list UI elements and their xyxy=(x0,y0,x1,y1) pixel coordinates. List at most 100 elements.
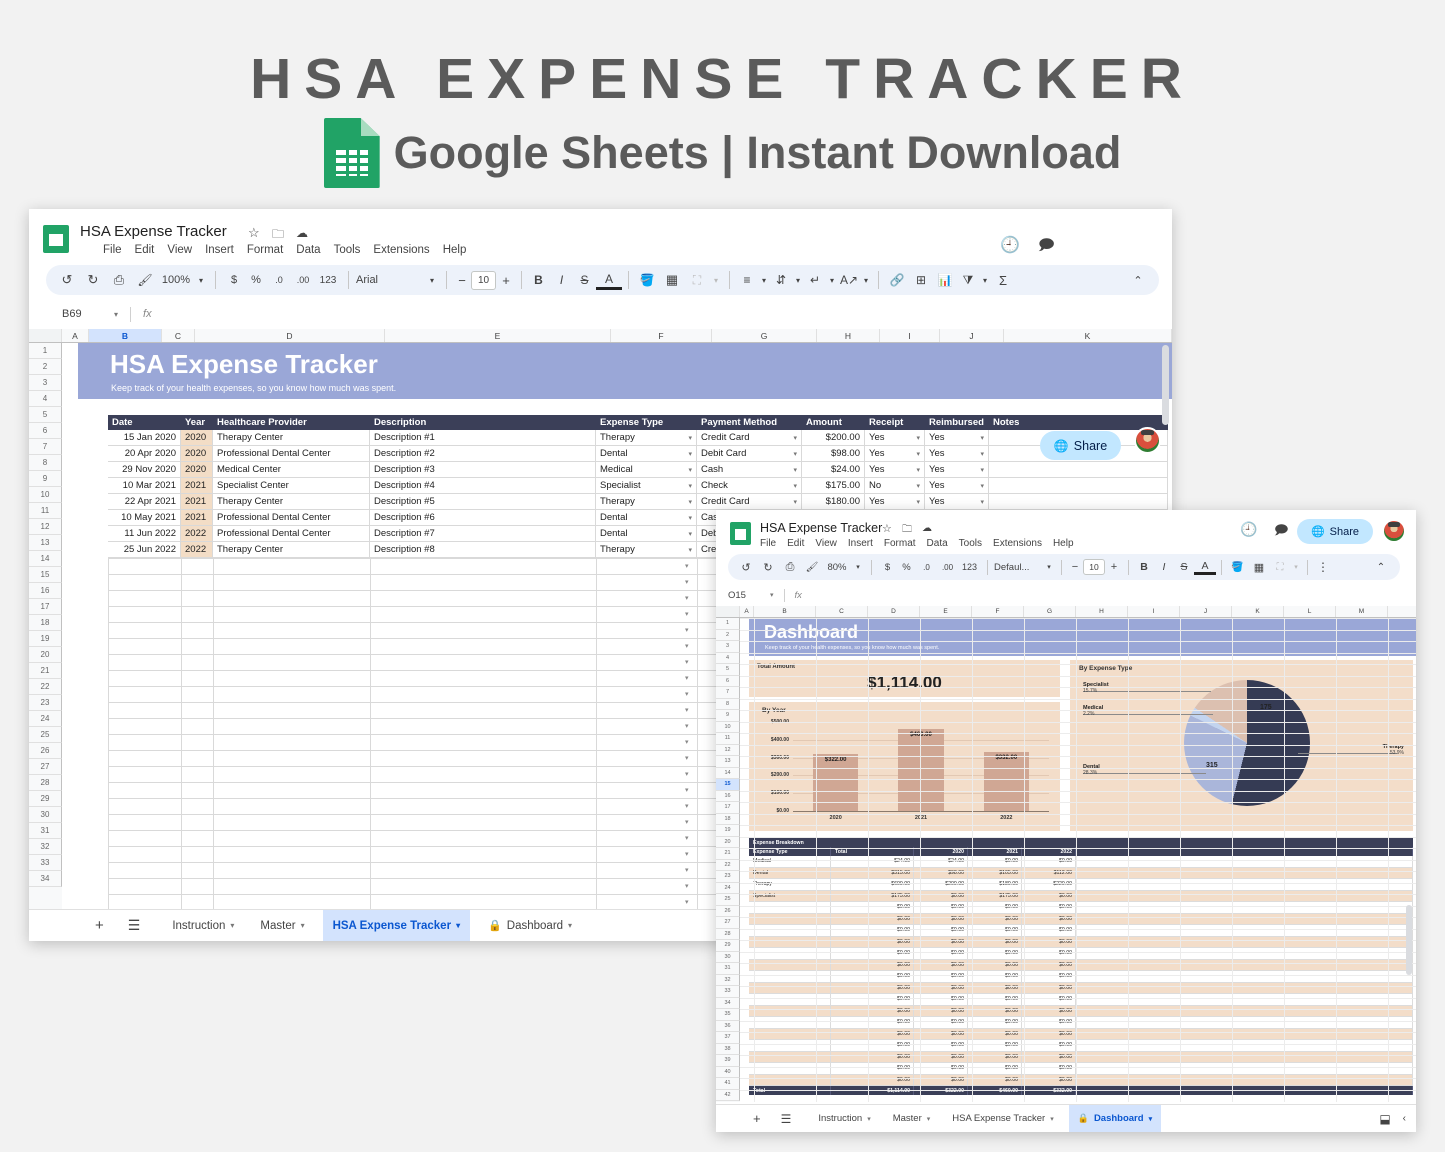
menu-format[interactable]: Format xyxy=(247,244,283,256)
empty-row-dropdown-caret-icon[interactable]: ▾ xyxy=(685,866,689,874)
breakdown-cell-blank[interactable] xyxy=(1076,1017,1413,1028)
cell-dropdown-caret-icon[interactable]: ▾ xyxy=(916,482,920,490)
cell-description[interactable]: Description #4 xyxy=(370,478,596,493)
empty-row-dropdown-caret-icon[interactable]: ▾ xyxy=(685,706,689,714)
breakdown-cell-blank[interactable] xyxy=(1076,856,1413,867)
row-header-3[interactable]: 3 xyxy=(716,641,740,653)
row-header-18[interactable]: 18 xyxy=(29,615,62,631)
breakdown-cell-blank[interactable] xyxy=(1076,1029,1413,1040)
cell-amount[interactable]: $200.00 xyxy=(802,430,865,445)
breakdown-cell-2021[interactable]: $0.00 xyxy=(968,1006,1022,1017)
breakdown-cell-blank[interactable] xyxy=(1076,879,1413,890)
cell-dropdown-caret-icon[interactable]: ▾ xyxy=(980,434,984,442)
zoom-level[interactable]: 80% xyxy=(823,562,851,573)
more-formats-button[interactable]: 123 xyxy=(958,562,981,572)
version-history-icon[interactable]: 🕘 xyxy=(1240,521,1257,538)
window1-column-headers[interactable]: A B C D E F G H I J K xyxy=(29,329,1172,343)
font-chevron-down-icon[interactable]: ▾ xyxy=(1042,563,1056,571)
avatar[interactable] xyxy=(1134,427,1161,454)
menu-file[interactable]: File xyxy=(760,538,776,549)
breakdown-cell-2021[interactable]: $0.00 xyxy=(968,937,1022,948)
empty-row-dropdown-caret-icon[interactable]: ▾ xyxy=(685,818,689,826)
row-header-11[interactable]: 11 xyxy=(716,733,740,745)
column-header-e[interactable]: E xyxy=(385,329,611,342)
cell-receipt[interactable]: Yes▾ xyxy=(865,446,925,461)
menu-bar[interactable]: File Edit View Insert Format Data Tools … xyxy=(103,244,466,256)
print-icon[interactable]: ⎙ xyxy=(779,561,801,574)
breakdown-cell-expense-type[interactable]: Medical xyxy=(749,856,831,867)
window2-grid[interactable]: Dashboard Keep track of your health expe… xyxy=(740,618,1416,1102)
breakdown-cell-2022[interactable]: $0.00 xyxy=(1022,1052,1076,1063)
breakdown-cell-total[interactable]: $0.00 xyxy=(831,1040,914,1051)
namebox-chevron-down-icon[interactable]: ▾ xyxy=(770,591,774,599)
decrease-decimal-button[interactable]: .0 xyxy=(267,275,291,285)
italic-button[interactable]: I xyxy=(1154,561,1174,573)
cell-dropdown-caret-icon[interactable]: ▾ xyxy=(688,498,692,506)
cell-payment-method[interactable]: Credit Card▾ xyxy=(697,430,802,445)
row-header-17[interactable]: 17 xyxy=(716,802,740,814)
sheet-tab-master[interactable]: Master ▾ xyxy=(886,1105,938,1132)
breakdown-cell-expense-type[interactable]: Therapy xyxy=(749,879,831,890)
breakdown-cell-2020[interactable]: $0.00 xyxy=(914,902,968,913)
breakdown-cell-blank[interactable] xyxy=(1076,902,1413,913)
cell-dropdown-caret-icon[interactable]: ▾ xyxy=(916,450,920,458)
breakdown-cell-expense-type[interactable] xyxy=(749,1006,831,1017)
breakdown-cell-expense-type[interactable]: Dental xyxy=(749,868,831,879)
breakdown-cell-blank[interactable] xyxy=(1076,1006,1413,1017)
sheet-tab-chevron-down-icon[interactable]: ▾ xyxy=(230,921,234,930)
cell-provider[interactable]: Specialist Center xyxy=(213,478,370,493)
expense-breakdown-table[interactable]: Expense Breakdown Expense Type Total 202… xyxy=(749,838,1413,1095)
breakdown-cell-2022[interactable]: $0.00 xyxy=(1022,891,1076,902)
row-header-10[interactable]: 10 xyxy=(29,487,62,503)
row-header-37[interactable]: 37 xyxy=(716,1032,740,1044)
breakdown-cell-total[interactable]: $0.00 xyxy=(831,994,914,1005)
font-size-input[interactable]: 10 xyxy=(471,271,496,290)
breakdown-cell-expense-type[interactable] xyxy=(749,914,831,925)
cell-dropdown-caret-icon[interactable]: ▾ xyxy=(793,450,797,458)
breakdown-cell-total[interactable]: $0.00 xyxy=(831,960,914,971)
breakdown-cell-2021[interactable]: $0.00 xyxy=(968,1052,1022,1063)
column-header-g[interactable]: G xyxy=(1024,606,1076,617)
filter-chevron-down-icon[interactable]: ▾ xyxy=(979,276,991,285)
cell-notes[interactable] xyxy=(989,462,1168,477)
breakdown-cell-blank[interactable] xyxy=(1076,971,1413,982)
breakdown-cell-total[interactable]: $0.00 xyxy=(831,948,914,959)
breakdown-cell-blank[interactable] xyxy=(1076,948,1413,959)
cloud-saved-icon[interactable]: ☁ xyxy=(922,523,932,534)
empty-row-dropdown-caret-icon[interactable]: ▾ xyxy=(685,722,689,730)
cell-description[interactable]: Description #2 xyxy=(370,446,596,461)
breakdown-cell-2020[interactable]: $0.00 xyxy=(914,914,968,925)
menu-edit[interactable]: Edit xyxy=(787,538,804,549)
cell-expense-type[interactable]: Medical▾ xyxy=(596,462,697,477)
cell-notes[interactable] xyxy=(989,478,1168,493)
row-header-1[interactable]: 1 xyxy=(716,618,740,630)
breakdown-cell-expense-type[interactable] xyxy=(749,983,831,994)
insert-link-icon[interactable]: 🔗 xyxy=(885,273,909,287)
breakdown-cell-blank[interactable] xyxy=(1076,891,1413,902)
row-header-9[interactable]: 9 xyxy=(29,471,62,487)
sheet-tab-instruction[interactable]: Instruction ▾ xyxy=(811,1105,877,1132)
table-row[interactable]: 15 Jan 20202020Therapy CenterDescription… xyxy=(108,430,1168,446)
text-color-button[interactable]: A xyxy=(596,271,622,290)
column-header-b[interactable]: B xyxy=(754,606,816,617)
breakdown-cell-expense-type[interactable] xyxy=(749,1017,831,1028)
cell-receipt[interactable]: Yes▾ xyxy=(865,462,925,477)
cell-year[interactable]: 2022 xyxy=(181,542,213,557)
currency-format-button[interactable]: $ xyxy=(878,562,897,573)
breakdown-cell-blank[interactable] xyxy=(1076,1052,1413,1063)
row-header-26[interactable]: 26 xyxy=(29,743,62,759)
cell-reimbursed[interactable]: Yes▾ xyxy=(925,494,989,509)
increase-font-size-button[interactable]: + xyxy=(496,273,516,288)
breakdown-cell-2022[interactable]: $0.00 xyxy=(1022,914,1076,925)
increase-decimal-button[interactable]: .00 xyxy=(937,563,958,572)
row-header-38[interactable]: 38 xyxy=(716,1044,740,1056)
cell-notes[interactable] xyxy=(989,494,1168,509)
cell-date[interactable]: 25 Jun 2022 xyxy=(108,542,181,557)
cell-dropdown-caret-icon[interactable]: ▾ xyxy=(793,482,797,490)
cell-dropdown-caret-icon[interactable]: ▾ xyxy=(980,482,984,490)
breakdown-cell-2021[interactable]: $0.00 xyxy=(968,948,1022,959)
row-header-20[interactable]: 20 xyxy=(716,837,740,849)
row-header-15[interactable]: 15 xyxy=(716,779,740,791)
row-header-34[interactable]: 34 xyxy=(716,998,740,1010)
breakdown-cell-2022[interactable]: $0.00 xyxy=(1022,1029,1076,1040)
